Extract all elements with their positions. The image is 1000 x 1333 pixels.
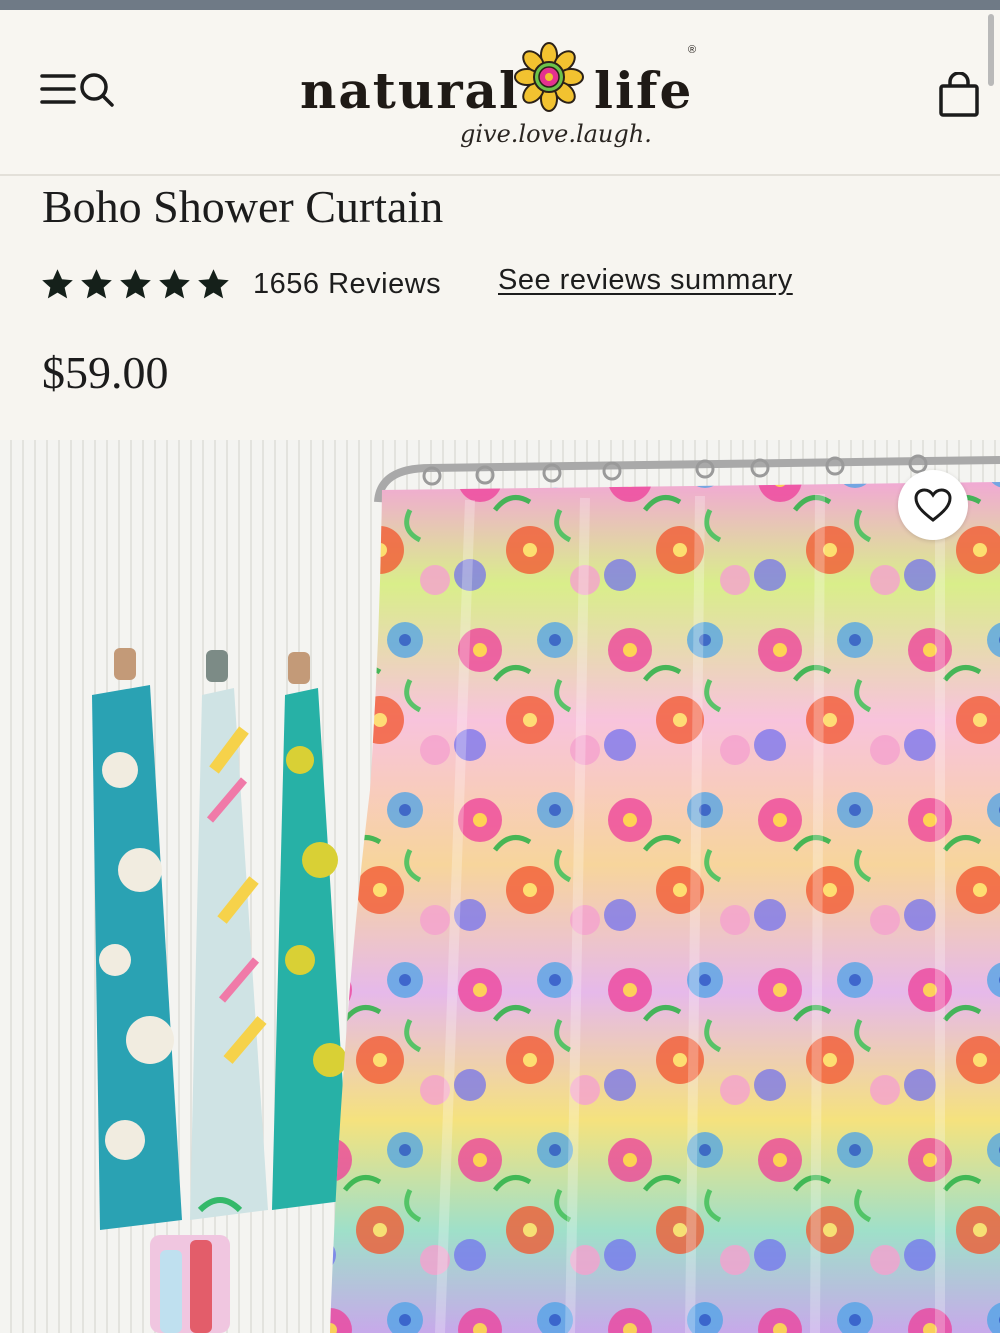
star-icon xyxy=(81,268,112,298)
shopping-bag-icon xyxy=(939,71,979,117)
brand-logo[interactable]: natural life ® give.love.laugh. xyxy=(300,32,710,160)
see-reviews-summary-link[interactable]: See reviews summary xyxy=(498,264,793,297)
product-title: Boho Shower Curtain xyxy=(42,181,444,232)
search-icon xyxy=(80,73,114,107)
scrollbar[interactable] xyxy=(988,14,994,86)
product-price: $59.00 xyxy=(42,347,169,398)
cart-button[interactable] xyxy=(936,71,982,118)
logo-word-left: natural xyxy=(300,61,520,120)
star-rating xyxy=(40,267,231,302)
registered-mark: ® xyxy=(688,44,697,56)
site-header: natural life ® give.love.laugh. xyxy=(0,10,1000,176)
star-icon xyxy=(198,268,229,298)
flower-logo-icon xyxy=(514,42,584,112)
review-count[interactable]: 1656 Reviews xyxy=(253,268,441,301)
product-image[interactable] xyxy=(0,440,1000,1333)
brand-tagline: give.love.laugh. xyxy=(460,120,652,148)
star-icon xyxy=(159,268,190,298)
menu-search-button[interactable] xyxy=(40,70,116,110)
star-icon xyxy=(42,268,73,298)
shower-curtain-photo xyxy=(0,440,1000,1333)
logo-word-right: life xyxy=(594,61,694,120)
top-strip xyxy=(0,0,1000,10)
star-icon xyxy=(120,268,151,298)
favorite-button[interactable] xyxy=(898,470,968,540)
heart-icon xyxy=(914,488,952,522)
rating-row: 1656 Reviews xyxy=(40,262,441,306)
